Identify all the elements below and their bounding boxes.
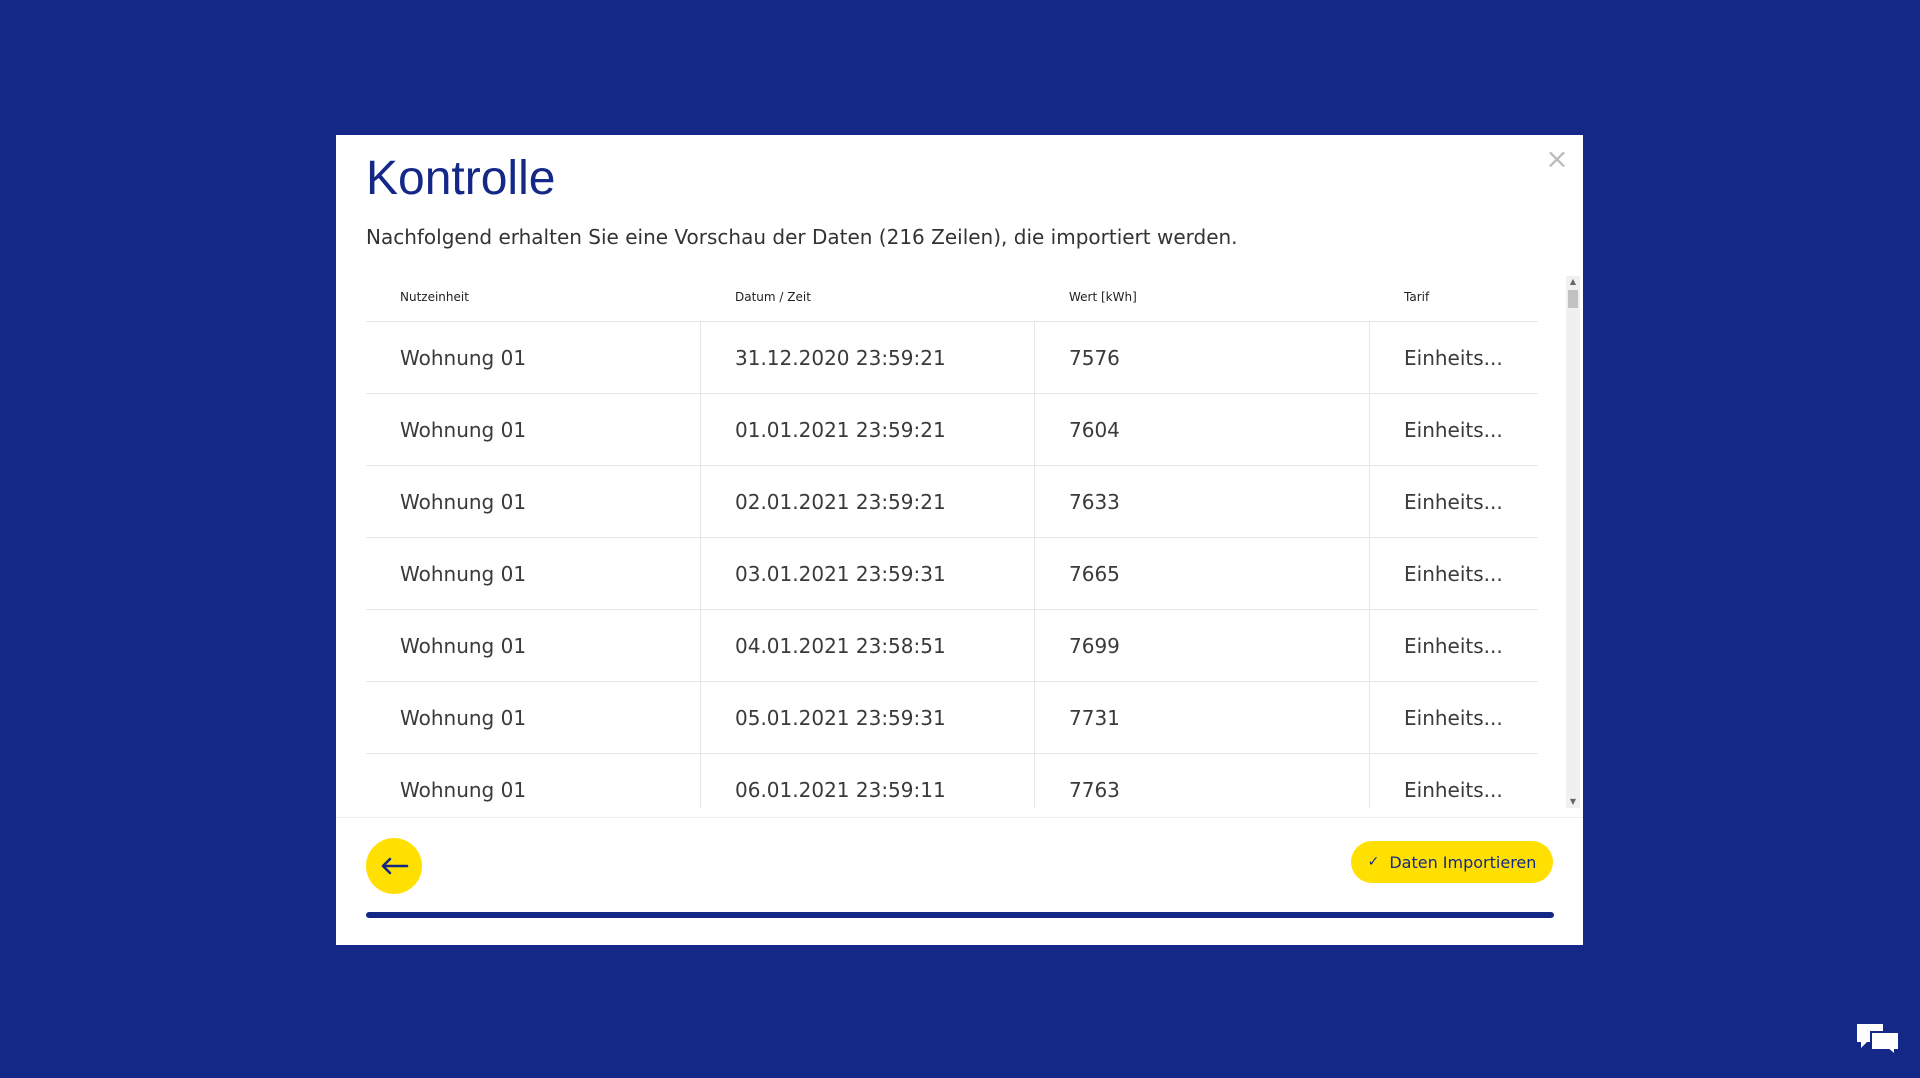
preview-table: Nutzeinheit Datum / Zeit Wert [kWh] Tari… <box>366 273 1538 808</box>
cell-datum: 06.01.2021 23:59:11 <box>701 754 1035 808</box>
cell-datum: 05.01.2021 23:59:31 <box>701 682 1035 753</box>
cell-tarif: Einheits... <box>1404 417 1503 442</box>
check-icon: ✓ <box>1367 854 1380 870</box>
scroll-down-icon[interactable]: ▼ <box>1566 796 1580 808</box>
cell-tarif: Einheits... <box>1404 705 1503 730</box>
header-tarif[interactable]: Tarif <box>1370 290 1538 304</box>
table-row: Wohnung 01 01.01.2021 23:59:21 7604 Einh… <box>366 394 1538 466</box>
import-button[interactable]: ✓ Daten Importieren <box>1351 841 1553 883</box>
cell-nutzeinheit: Wohnung 01 <box>366 538 701 609</box>
cell-nutzeinheit: Wohnung 01 <box>366 682 701 753</box>
progress-fill <box>366 912 1554 918</box>
cell-tarif: Einheits... <box>1404 345 1503 370</box>
cell-datum: 31.12.2020 23:59:21 <box>701 322 1035 393</box>
table-row: Wohnung 01 05.01.2021 23:59:31 7731 Einh… <box>366 682 1538 754</box>
cell-wert: 7576 <box>1035 322 1370 393</box>
cell-datum: 02.01.2021 23:59:21 <box>701 466 1035 537</box>
chat-icon[interactable] <box>1855 1022 1901 1058</box>
cell-wert: 7633 <box>1035 466 1370 537</box>
table-row: Wohnung 01 31.12.2020 23:59:21 7576 Einh… <box>366 322 1538 394</box>
scroll-up-icon[interactable]: ▲ <box>1566 276 1580 288</box>
close-icon[interactable]: × <box>1545 145 1569 173</box>
cell-nutzeinheit: Wohnung 01 <box>366 394 701 465</box>
cell-wert: 7699 <box>1035 610 1370 681</box>
header-nutzeinheit[interactable]: Nutzeinheit <box>366 290 701 304</box>
cell-datum: 04.01.2021 23:58:51 <box>701 610 1035 681</box>
cell-nutzeinheit: Wohnung 01 <box>366 610 701 681</box>
table-row: Wohnung 01 03.01.2021 23:59:31 7665 Einh… <box>366 538 1538 610</box>
table-scrollbar[interactable]: ▲ ▼ <box>1566 276 1580 808</box>
progress-bar <box>366 912 1554 918</box>
cell-tarif: Einheits... <box>1404 777 1503 802</box>
cell-wert: 7731 <box>1035 682 1370 753</box>
dialog-subtitle: Nachfolgend erhalten Sie eine Vorschau d… <box>366 225 1238 249</box>
cell-nutzeinheit: Wohnung 01 <box>366 322 701 393</box>
footer-divider <box>336 817 1583 818</box>
table-header: Nutzeinheit Datum / Zeit Wert [kWh] Tari… <box>366 273 1538 322</box>
arrow-left-icon <box>381 857 409 875</box>
import-button-label: Daten Importieren <box>1389 852 1537 872</box>
cell-wert: 7665 <box>1035 538 1370 609</box>
cell-nutzeinheit: Wohnung 01 <box>366 466 701 537</box>
cell-wert: 7763 <box>1035 754 1370 808</box>
scrollbar-thumb[interactable] <box>1568 290 1578 308</box>
cell-datum: 01.01.2021 23:59:21 <box>701 394 1035 465</box>
table-row: Wohnung 01 06.01.2021 23:59:11 7763 Einh… <box>366 754 1538 808</box>
header-wert[interactable]: Wert [kWh] <box>1035 290 1370 304</box>
cell-tarif: Einheits... <box>1404 561 1503 586</box>
cell-tarif: Einheits... <box>1404 633 1503 658</box>
table-row: Wohnung 01 04.01.2021 23:58:51 7699 Einh… <box>366 610 1538 682</box>
cell-nutzeinheit: Wohnung 01 <box>366 754 701 808</box>
cell-tarif: Einheits... <box>1404 489 1503 514</box>
table-row: Wohnung 01 02.01.2021 23:59:21 7633 Einh… <box>366 466 1538 538</box>
header-datum-zeit[interactable]: Datum / Zeit <box>701 290 1035 304</box>
back-button[interactable] <box>366 838 422 894</box>
page-title: Kontrolle <box>366 152 556 205</box>
cell-datum: 03.01.2021 23:59:31 <box>701 538 1035 609</box>
import-dialog: × Kontrolle Nachfolgend erhalten Sie ein… <box>336 135 1583 945</box>
cell-wert: 7604 <box>1035 394 1370 465</box>
